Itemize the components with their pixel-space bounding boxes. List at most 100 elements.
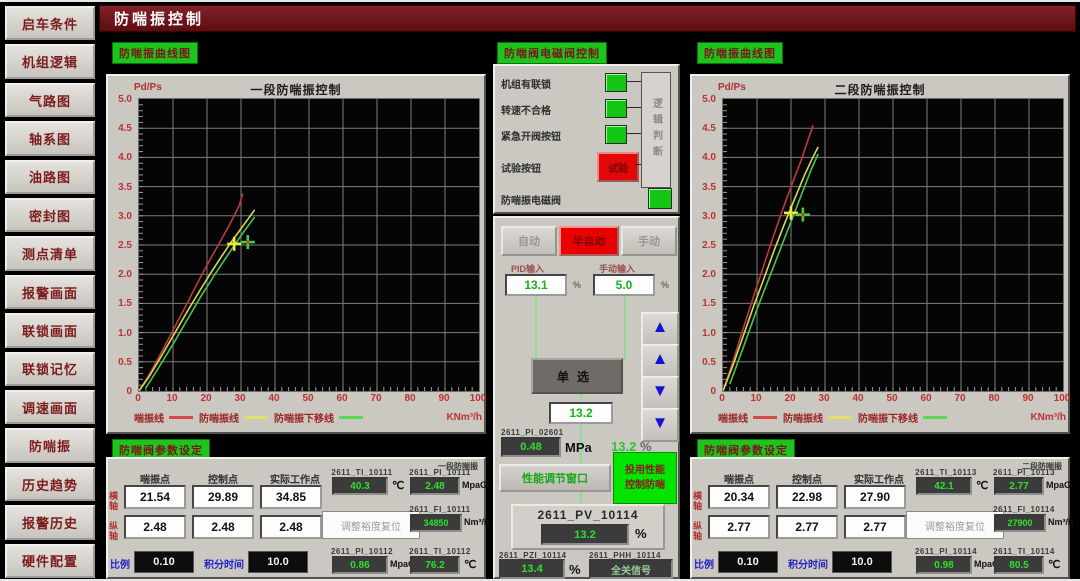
x-tick-label: 90 [431, 393, 457, 404]
margin-reset-button[interactable]: 调整裕度复位 [322, 511, 420, 539]
control-point-x[interactable]: 29.89 [192, 485, 254, 509]
working-point-x: 27.90 [844, 485, 906, 509]
pid-input-unit: % [573, 280, 581, 290]
decrease-fast-button[interactable]: ▼ [641, 408, 679, 442]
y-tick-label: 5.0 [118, 94, 132, 105]
y-tick-label: 3.5 [702, 182, 716, 193]
x-tick-label: 50 [295, 393, 321, 404]
valve-control-panel: 自动 半自动 手动 PID输入 手动输入 13.1 % 5.0 % 单选 ▲ ▲… [493, 216, 680, 579]
section-label-right-chart: 防喘振曲线图 [697, 42, 783, 64]
surge-point-header: 喘振点 [708, 471, 770, 486]
sidebar-item-seal-diagram[interactable]: 密封图 [5, 198, 95, 232]
x-tick-label: 80 [981, 393, 1007, 404]
integral-value[interactable]: 10.0 [832, 551, 892, 573]
control-point-y[interactable]: 2.48 [192, 515, 254, 539]
ti-tag: 2611_TI_10111 [326, 468, 398, 477]
manual-input-value[interactable]: 5.0 [593, 274, 655, 296]
sidebar-item-anti-surge[interactable]: 防喘振 [5, 428, 95, 462]
x-tick-label: 0 [709, 393, 735, 404]
legend-swatch [828, 416, 852, 419]
legend-swatch [244, 416, 268, 419]
sidebar-item-interlock-screen[interactable]: 联锁画面 [5, 313, 95, 347]
increase-button[interactable]: ▲ [641, 344, 679, 378]
pi-unit: MpaG [462, 480, 487, 490]
suction-pressure-tag: 2611_PI_02601 [501, 428, 564, 437]
test-button[interactable]: 试验 [597, 152, 639, 182]
solenoid-valve-label: 防喘振电磁阀 [501, 192, 561, 207]
sidebar-item-shaft-diagram[interactable]: 轴系图 [5, 121, 95, 155]
proportional-value[interactable]: 0.10 [718, 551, 778, 573]
sidebar-item-gas-diagram[interactable]: 气路图 [5, 83, 95, 117]
interlock-status-label: 机组有联锁 [501, 76, 551, 91]
semi-auto-mode-button[interactable]: 半自动 [559, 226, 619, 256]
suction-pressure-readout: 0.48 [501, 437, 561, 457]
x-axis-unit: KNm³/h [446, 412, 482, 423]
pid-input-value[interactable]: 13.1 [505, 274, 567, 296]
x-tick-label: 20 [193, 393, 219, 404]
manual-mode-button[interactable]: 手动 [621, 226, 677, 256]
page-title: 防喘振控制 [99, 5, 1076, 32]
stage2-params-panel: 二段防喘振 喘振点 控制点 实际工作点 横轴 20.34 22.98 27.90… [690, 457, 1070, 579]
x-axis-ticks: 0102030405060708090100 [138, 393, 480, 405]
working-point-x: 34.85 [260, 485, 322, 509]
stage1-params-panel: 一段防喘振 喘振点 控制点 实际工作点 横轴 21.54 29.89 34.85… [106, 457, 486, 579]
surge-point-x[interactable]: 21.54 [124, 485, 186, 509]
legend-label: 防喘振线 [783, 410, 823, 425]
sidebar-item-interlock-memory[interactable]: 联锁记忆 [5, 352, 95, 386]
arrow-up-icon: ▲ [652, 317, 669, 336]
x-tick-label: 40 [261, 393, 287, 404]
output-setpoint-value[interactable]: 13.2 [549, 402, 613, 424]
control-point-y[interactable]: 2.77 [776, 515, 838, 539]
pi2-readout: 0.98 [916, 556, 972, 574]
integral-value[interactable]: 10.0 [248, 551, 308, 573]
sidebar-item-start-conditions[interactable]: 启车条件 [5, 6, 95, 40]
legend-swatch [169, 416, 193, 419]
working-point-header: 实际工作点 [260, 471, 330, 486]
sidebar-item-point-list[interactable]: 测点清单 [5, 236, 95, 270]
sidebar: 启车条件 机组逻辑 气路图 轴系图 油路图 密封图 测点清单 报警画面 联锁画面… [5, 6, 95, 578]
sidebar-item-history-trend[interactable]: 历史趋势 [5, 467, 95, 501]
x-tick-label: 100 [1049, 393, 1075, 404]
auto-mode-button[interactable]: 自动 [501, 226, 557, 256]
control-point-x[interactable]: 22.98 [776, 485, 838, 509]
solenoid-valve-indicator [648, 188, 672, 209]
pi2-readout: 0.86 [332, 556, 388, 574]
manual-input-unit: % [661, 280, 669, 290]
margin-reset-button[interactable]: 调整裕度复位 [906, 511, 1004, 539]
chart-legend: 喘振线 防喘振线 防喘振下移线 KNm³/h [134, 410, 482, 425]
sidebar-item-speed-screen[interactable]: 调速画面 [5, 390, 95, 424]
sidebar-item-alarm-history[interactable]: 报警历史 [5, 505, 95, 539]
y-tick-label: 0.5 [118, 357, 132, 368]
y-tick-label: 1.0 [118, 328, 132, 339]
sidebar-item-unit-logic[interactable]: 机组逻辑 [5, 44, 95, 78]
y-tick-label: 5.0 [702, 94, 716, 105]
connector-line [626, 133, 641, 134]
surge-point-y[interactable]: 2.48 [124, 515, 186, 539]
enable-line2: 控制防喘 [625, 478, 665, 493]
emergency-open-label: 紧急开阀按钮 [501, 128, 561, 143]
legend-item: 防喘振线 [783, 410, 852, 425]
chart-title: 二段防喘振控制 [692, 81, 1068, 98]
connector-line [626, 107, 641, 108]
surge-curve-plot [722, 98, 1064, 392]
y-tick-label: 0.5 [702, 357, 716, 368]
fi-tag: 2611_FI_10111 [408, 505, 472, 514]
control-point-header: 控制点 [776, 471, 838, 486]
x-axis-row-label: 横轴 [693, 491, 708, 511]
surge-point-x[interactable]: 20.34 [708, 485, 770, 509]
proportional-value[interactable]: 0.10 [134, 551, 194, 573]
decrease-button[interactable]: ▼ [641, 376, 679, 410]
enable-performance-button[interactable]: 投用性能 控制防喘 [613, 452, 677, 504]
sidebar-item-hardware-config[interactable]: 硬件配置 [5, 544, 95, 578]
valve-unit: % [635, 526, 647, 541]
surge-point-y[interactable]: 2.77 [708, 515, 770, 539]
select-button[interactable]: 单选 [531, 358, 623, 394]
sidebar-item-oil-diagram[interactable]: 油路图 [5, 160, 95, 194]
y-tick-label: 2.5 [702, 240, 716, 251]
legend-item: 喘振线 [718, 410, 777, 425]
increase-fast-button[interactable]: ▲ [641, 312, 679, 346]
performance-window-button[interactable]: 性能调节窗口 [499, 464, 611, 492]
sidebar-item-alarm-screen[interactable]: 报警画面 [5, 275, 95, 309]
fi-readout: 27900 [994, 514, 1046, 532]
ti-readout: 40.3 [332, 477, 388, 495]
